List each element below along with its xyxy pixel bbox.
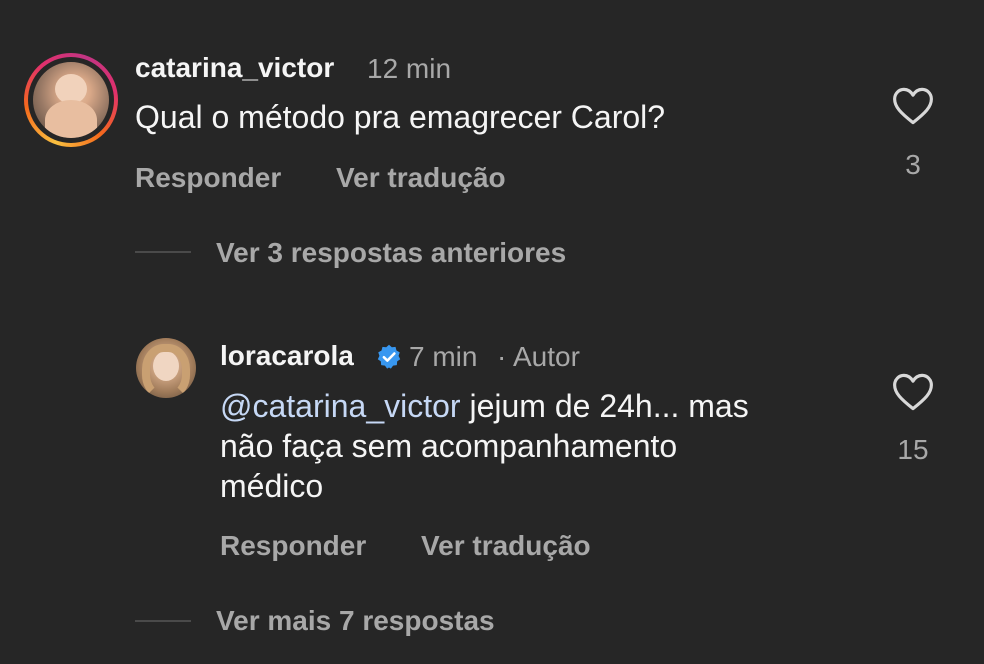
reply-text-line-1: @catarina_victor jejum de 24h... mas xyxy=(220,386,749,426)
comment-timestamp: 12 min xyxy=(367,53,452,84)
reply-timestamp: 7 min xyxy=(409,341,478,372)
reply-button[interactable]: Responder xyxy=(135,162,281,194)
avatar-story-ring[interactable] xyxy=(24,53,118,147)
mention-link[interactable]: @catarina_victor xyxy=(220,388,461,424)
comment-username[interactable]: catarina_victor xyxy=(135,52,334,84)
replies-divider xyxy=(135,251,191,253)
reply-button[interactable]: Responder xyxy=(220,530,366,562)
replies-divider xyxy=(135,620,191,622)
like-heart-icon[interactable] xyxy=(892,86,934,126)
view-more-replies-button[interactable]: Ver mais 7 respostas xyxy=(216,605,495,637)
like-count: 15 xyxy=(897,434,929,465)
reply-text-line-2: não faça sem acompanhamento xyxy=(220,428,678,464)
verified-badge-icon xyxy=(377,344,401,369)
like-count: 3 xyxy=(905,149,921,180)
reply-text-line-3: médico xyxy=(220,468,324,504)
view-previous-replies-button[interactable]: Ver 3 respostas anteriores xyxy=(216,237,566,269)
reply-text: jejum de 24h... mas xyxy=(469,388,749,424)
reply-username[interactable]: loracarola xyxy=(220,340,354,372)
translate-button[interactable]: Ver tradução xyxy=(336,162,506,194)
author-badge: Autor xyxy=(513,341,580,372)
avatar[interactable] xyxy=(136,338,196,398)
translate-button[interactable]: Ver tradução xyxy=(421,530,591,562)
meta-separator: · xyxy=(497,341,507,372)
like-heart-icon[interactable] xyxy=(892,372,934,412)
avatar xyxy=(33,62,109,138)
comment-text: Qual o método pra emagrecer Carol? xyxy=(135,99,666,135)
